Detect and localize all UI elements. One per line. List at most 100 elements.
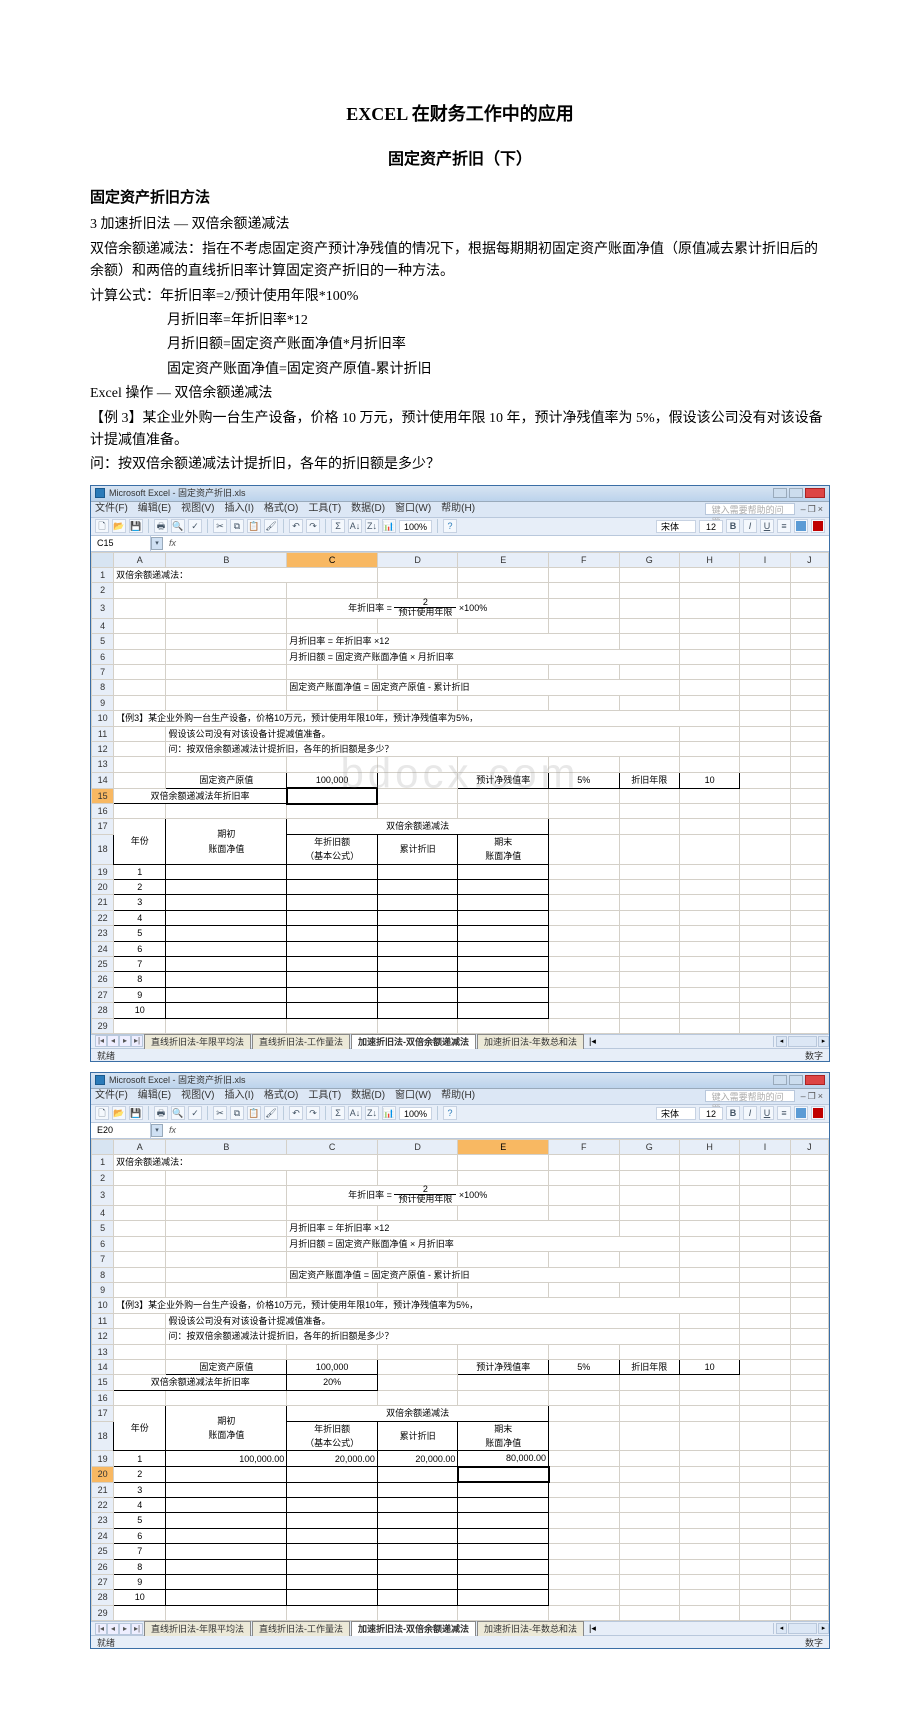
hdr-acc[interactable]: 累计折旧 — [377, 834, 458, 864]
row-header[interactable]: 14 — [92, 1359, 114, 1374]
cell-formula-month-rate[interactable]: 月折旧率 = 年折旧率 ×12 — [287, 634, 619, 649]
row-header[interactable]: 26 — [92, 1559, 114, 1574]
cell-formula-month-amt[interactable]: 月折旧额 = 固定资产账面净值 × 月折旧率 — [287, 649, 680, 664]
bold-icon[interactable]: B — [726, 1106, 740, 1120]
maximize-button[interactable] — [789, 1075, 803, 1085]
row-header[interactable]: 22 — [92, 1498, 114, 1513]
help-icon[interactable]: ? — [443, 519, 457, 533]
row-header[interactable]: 2 — [92, 583, 114, 598]
hdr-end[interactable]: 期末账面净值 — [458, 834, 549, 864]
doc-close-icon[interactable]: × — [818, 1089, 823, 1103]
cell-year[interactable]: 8 — [114, 1559, 166, 1574]
name-box-dropdown-icon[interactable]: ▾ — [151, 537, 163, 550]
cell-formula-month-rate[interactable]: 月折旧率 = 年折旧率 ×12 — [287, 1221, 619, 1236]
select-all-corner[interactable] — [92, 552, 114, 567]
menu-tools[interactable]: 工具(T) — [308, 501, 341, 517]
sort-asc-icon[interactable]: A↓ — [348, 1106, 362, 1120]
redo-icon[interactable]: ↷ — [306, 1106, 320, 1120]
col-header-e[interactable]: E — [458, 552, 549, 567]
cell-formula-netvalue[interactable]: 固定资产账面净值 = 固定资产原值 - 累计折旧 — [287, 1267, 680, 1282]
spellcheck-icon[interactable]: ✓ — [188, 519, 202, 533]
row-header[interactable]: 13 — [92, 1344, 114, 1359]
sheet-tab-3[interactable]: 加速折旧法-年数总和法 — [477, 1621, 584, 1636]
menu-view[interactable]: 视图(V) — [181, 501, 214, 517]
row-header[interactable]: 2 — [92, 1170, 114, 1185]
cell-example-line3[interactable]: 问：按双倍余额递减法计提折旧，各年的折旧额是多少？ — [166, 1329, 679, 1344]
row-header[interactable]: 26 — [92, 972, 114, 987]
col-header-h[interactable]: H — [679, 1139, 739, 1154]
row-header[interactable]: 19 — [92, 1451, 114, 1467]
menu-format[interactable]: 格式(O) — [264, 501, 298, 517]
cell-year[interactable]: 7 — [114, 956, 166, 971]
hscroll-right-icon[interactable]: ▸ — [818, 1623, 829, 1634]
print-icon[interactable]: 🖶 — [154, 519, 168, 533]
close-button[interactable] — [805, 1075, 825, 1085]
cell-year[interactable]: 5 — [114, 926, 166, 941]
cell-year[interactable]: 6 — [114, 1528, 166, 1543]
help-search-box[interactable]: 键入需要帮助的问题 — [705, 503, 795, 515]
col-header-a[interactable]: A — [114, 1139, 166, 1154]
cut-icon[interactable]: ✂ — [213, 1106, 227, 1120]
col-header-i[interactable]: I — [740, 552, 790, 567]
sort-desc-icon[interactable]: Z↓ — [365, 1106, 379, 1120]
align-left-icon[interactable]: ≡ — [777, 1106, 791, 1120]
row-header[interactable]: 3 — [92, 1186, 114, 1206]
format-painter-icon[interactable]: 🖌 — [264, 1106, 278, 1120]
row-header[interactable]: 9 — [92, 1283, 114, 1298]
menu-edit[interactable]: 编辑(E) — [138, 1088, 171, 1104]
col-header-j[interactable]: J — [790, 1139, 828, 1154]
cell-year[interactable]: 9 — [114, 1574, 166, 1589]
cell-value-cost[interactable]: 100,000 — [287, 772, 378, 788]
menu-view[interactable]: 视图(V) — [181, 1088, 214, 1104]
spreadsheet-grid[interactable]: A B C D E F G H I J 1双倍余额递减法：23年折旧率 = 2预… — [91, 1139, 829, 1621]
row-header[interactable]: 6 — [92, 1236, 114, 1251]
row-header[interactable]: 24 — [92, 941, 114, 956]
paste-icon[interactable]: 📋 — [247, 1106, 261, 1120]
open-icon[interactable]: 📂 — [112, 519, 126, 533]
row-header[interactable]: 24 — [92, 1528, 114, 1543]
autosum-icon[interactable]: Σ — [331, 519, 345, 533]
row-header[interactable]: 19 — [92, 864, 114, 879]
fontsize-select[interactable]: 12 — [699, 520, 723, 533]
chart-icon[interactable]: 📊 — [382, 1106, 396, 1120]
open-icon[interactable]: 📂 — [112, 1106, 126, 1120]
cell-selected-e20[interactable] — [458, 1467, 549, 1482]
row-header[interactable]: 12 — [92, 1329, 114, 1344]
col-header-h[interactable]: H — [679, 552, 739, 567]
close-button[interactable] — [805, 488, 825, 498]
fx-icon[interactable]: fx — [163, 1123, 182, 1137]
hdr-begin[interactable]: 期初账面净值 — [166, 819, 287, 864]
doc-restore-icon[interactable]: ❐ — [808, 1089, 816, 1103]
row-header[interactable]: 25 — [92, 1544, 114, 1559]
hdr-acc[interactable]: 累计折旧 — [377, 1421, 458, 1451]
col-header-e[interactable]: E — [458, 1139, 549, 1154]
menu-data[interactable]: 数据(D) — [351, 501, 385, 517]
cell-acc[interactable]: 20,000.00 — [377, 1451, 458, 1467]
tab-first-icon[interactable]: |◂ — [95, 1035, 107, 1047]
sheet-tab-0[interactable]: 直线折旧法-年限平均法 — [144, 1034, 251, 1049]
menu-window[interactable]: 窗口(W) — [395, 1088, 431, 1104]
row-header[interactable]: 28 — [92, 1003, 114, 1018]
cell-year[interactable]: 10 — [114, 1003, 166, 1018]
sheet-tab-2[interactable]: 加速折旧法-双倍余额递减法 — [351, 1621, 476, 1636]
preview-icon[interactable]: 🔍 — [171, 1106, 185, 1120]
row-header[interactable]: 7 — [92, 665, 114, 680]
chart-icon[interactable]: 📊 — [382, 519, 396, 533]
menu-file[interactable]: 文件(F) — [95, 501, 128, 517]
row-header[interactable]: 18 — [92, 834, 114, 864]
menu-tools[interactable]: 工具(T) — [308, 1088, 341, 1104]
doc-restore-icon[interactable]: ❐ — [808, 502, 816, 516]
tab-last-icon[interactable]: ▸| — [131, 1035, 143, 1047]
spellcheck-icon[interactable]: ✓ — [188, 1106, 202, 1120]
cell-label-salvage[interactable]: 预计净残值率 — [458, 772, 549, 788]
row-header[interactable]: 16 — [92, 804, 114, 819]
sheet-tab-0[interactable]: 直线折旧法-年限平均法 — [144, 1621, 251, 1636]
row-header[interactable]: 21 — [92, 1482, 114, 1497]
row-header[interactable]: 23 — [92, 926, 114, 941]
row-header[interactable]: 29 — [92, 1605, 114, 1620]
save-icon[interactable]: 💾 — [129, 519, 143, 533]
row-header[interactable]: 21 — [92, 895, 114, 910]
italic-icon[interactable]: I — [743, 1106, 757, 1120]
preview-icon[interactable]: 🔍 — [171, 519, 185, 533]
col-header-f[interactable]: F — [549, 1139, 619, 1154]
